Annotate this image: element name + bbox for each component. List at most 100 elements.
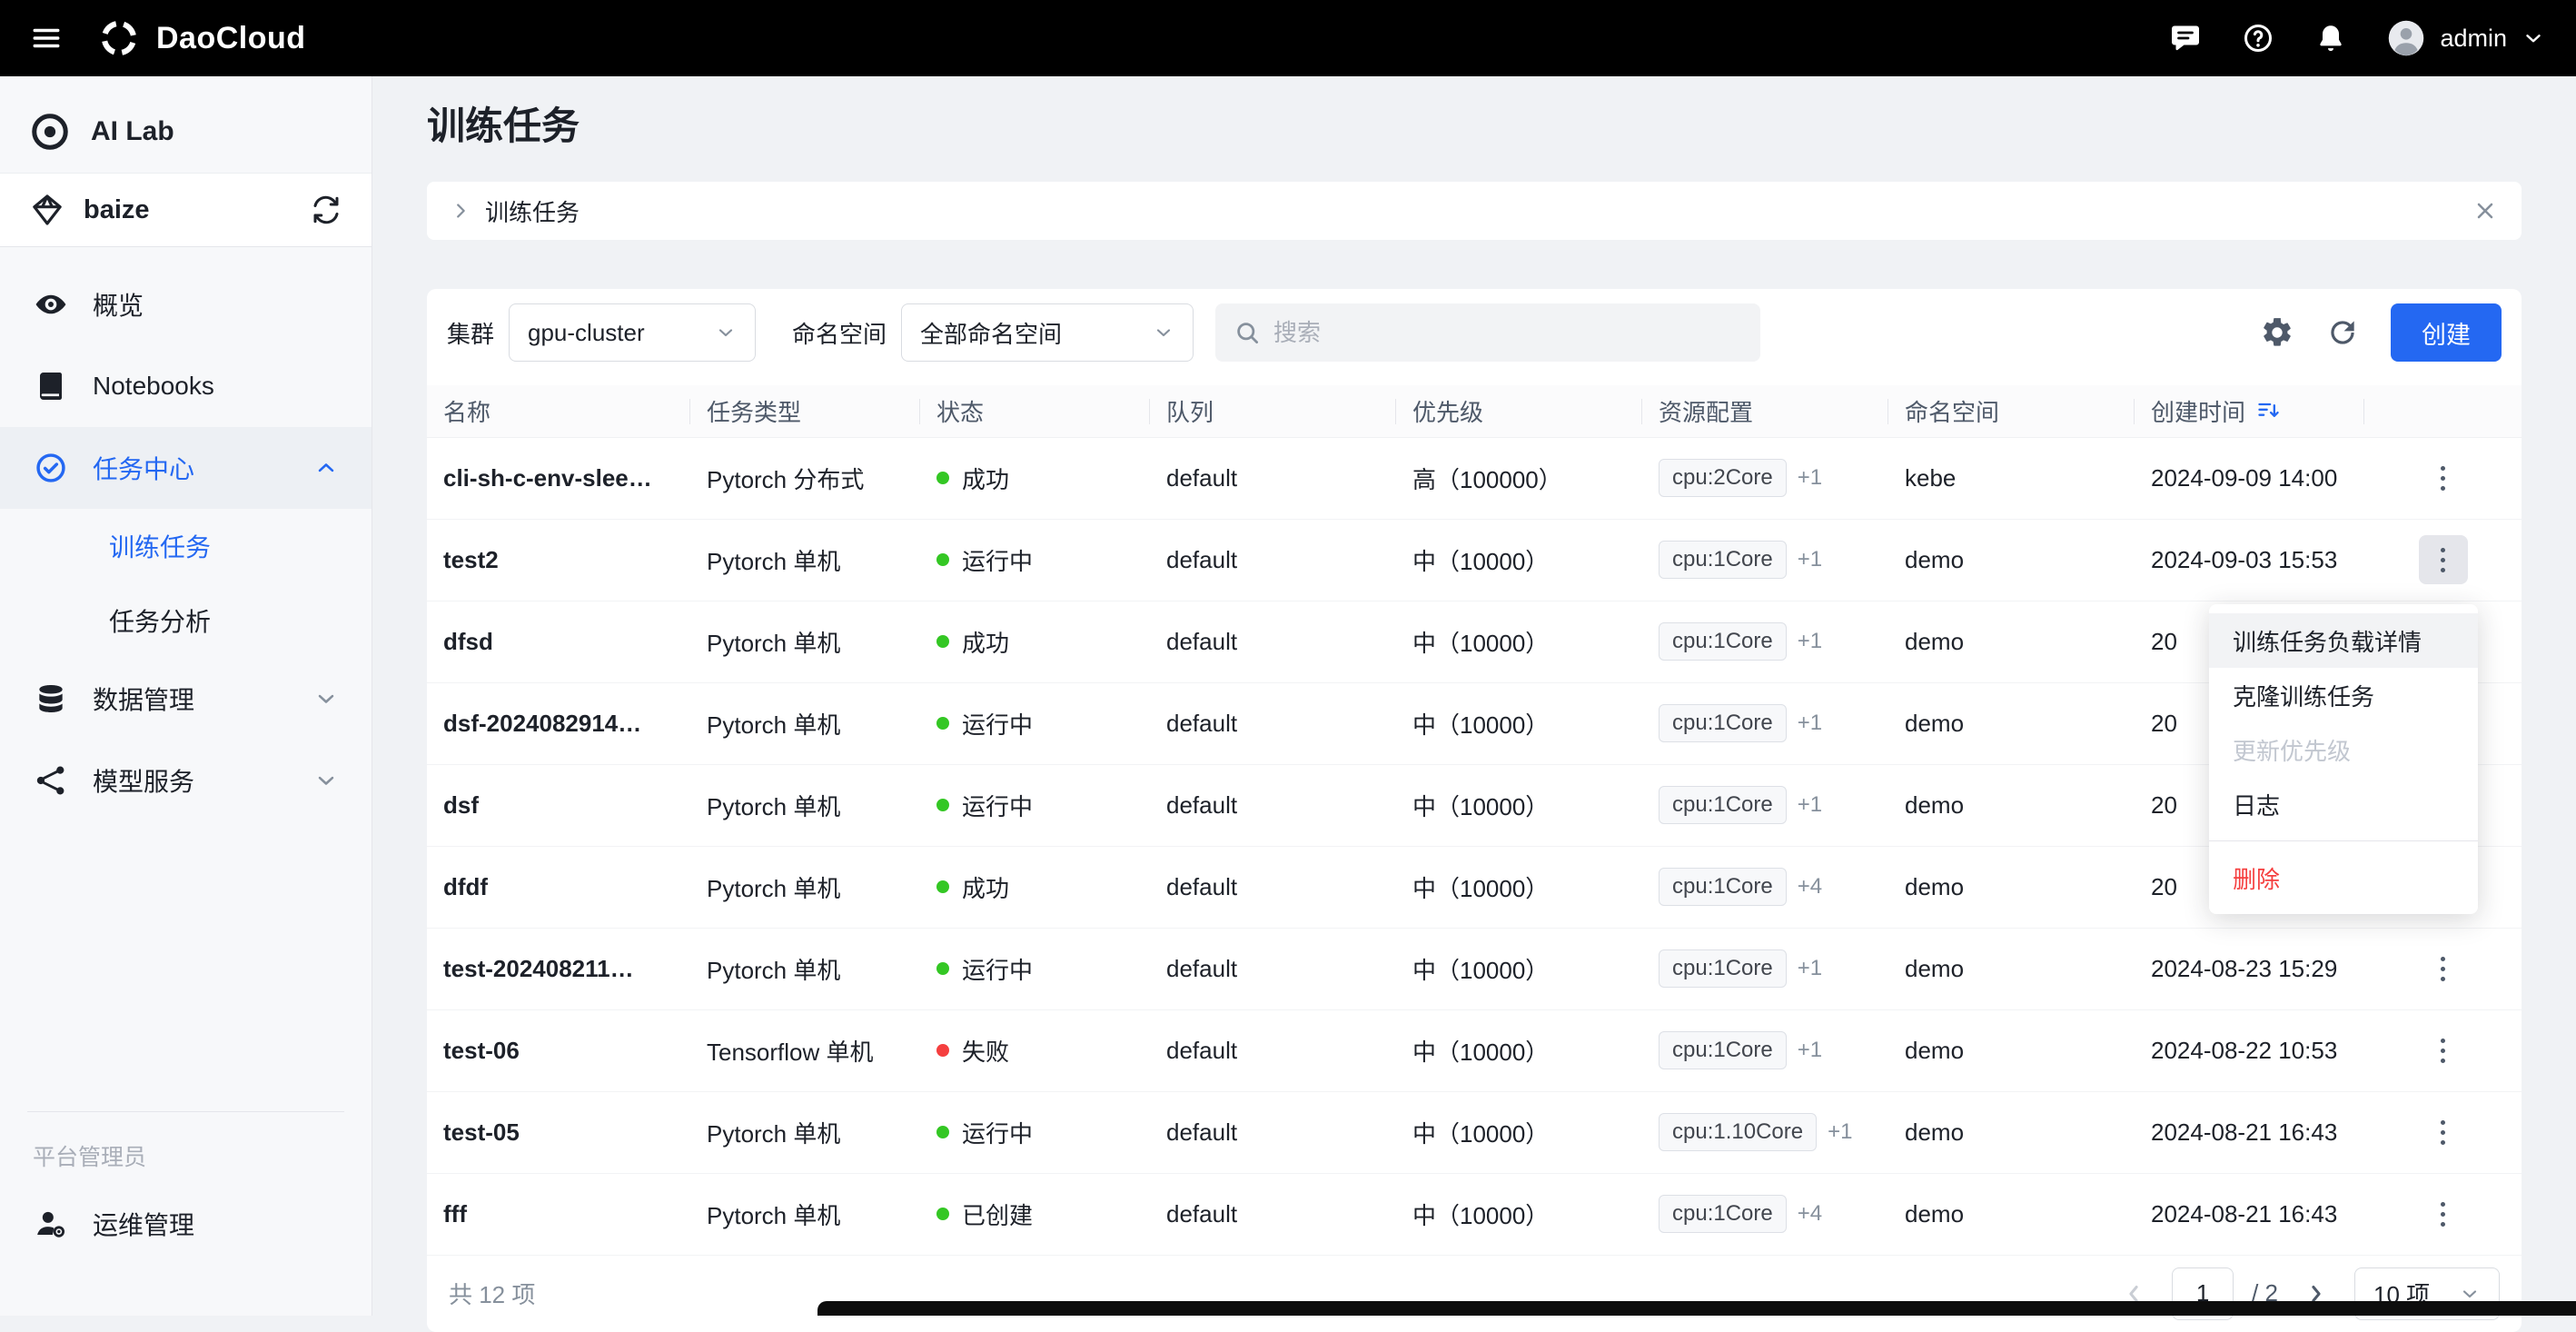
gear-icon (2260, 315, 2294, 350)
job-name[interactable]: dsf-2024082914… (427, 682, 690, 764)
job-type: Pytorch 单机 (690, 1091, 920, 1173)
col-type: 任务类型 (690, 385, 920, 437)
job-created: 2024-08-23 15:29 (2135, 928, 2364, 1009)
col-actions (2364, 385, 2522, 437)
table-row[interactable]: test-202408211… Pytorch 单机 运行中 default 中… (427, 928, 2522, 1009)
job-name[interactable]: fff (427, 1173, 690, 1255)
status-text: 运行中 (962, 1120, 1033, 1148)
col-created[interactable]: 创建时间 (2135, 385, 2364, 437)
help-button[interactable] (2242, 22, 2274, 55)
job-queue: default (1150, 764, 1396, 846)
job-priority: 中（10000） (1396, 682, 1642, 764)
sidebar-item-model-services[interactable]: 模型服务 (0, 740, 372, 821)
menu-item-delete[interactable]: 删除 (2209, 850, 2478, 905)
notifications-button[interactable] (2314, 22, 2347, 55)
job-namespace: demo (1888, 928, 2135, 1009)
search-input[interactable] (1273, 319, 1742, 347)
brand-logo[interactable]: DaoCloud (98, 17, 306, 59)
table-row[interactable]: dsf Pytorch 单机 运行中 default 中（10000） cpu:… (427, 764, 2522, 846)
sidebar-item-data-management[interactable]: 数据管理 (0, 658, 372, 740)
job-resources: cpu:1Core+1 (1642, 682, 1888, 764)
hamburger-menu-button[interactable] (31, 23, 62, 54)
sort-descending-icon[interactable] (2256, 398, 2282, 423)
job-created: 2024-08-22 10:53 (2135, 1009, 2364, 1091)
breadcrumb: 训练任务 (427, 182, 2522, 240)
row-actions-button[interactable] (2419, 453, 2468, 502)
table-row[interactable]: cli-sh-c-env-slee… Pytorch 分布式 成功 defaul… (427, 437, 2522, 519)
resource-chip: cpu:1.10Core (1659, 1113, 1817, 1151)
table-row[interactable]: dfdf Pytorch 单机 成功 default 中（10000） cpu:… (427, 846, 2522, 928)
create-button[interactable]: 创建 (2391, 303, 2502, 362)
job-name[interactable]: test-06 (427, 1009, 690, 1091)
resource-extra: +1 (1798, 711, 1822, 735)
topbar: DaoCloud admin (0, 0, 2576, 76)
sidebar-item-training-jobs[interactable]: 训练任务 (0, 509, 372, 583)
sidebar-bottom: 平台管理员 运维管理 (0, 1111, 372, 1316)
status-dot (936, 1044, 949, 1057)
status-text: 已创建 (962, 1202, 1033, 1229)
cluster-select[interactable]: gpu-cluster (509, 303, 756, 362)
breadcrumb-item[interactable]: 训练任务 (485, 194, 580, 228)
status-text: 运行中 (962, 793, 1033, 820)
menu-item-logs[interactable]: 日志 (2209, 777, 2478, 831)
sidebar-item-operations[interactable]: 运维管理 (0, 1183, 372, 1265)
menu-divider (2209, 840, 2478, 841)
job-priority: 中（10000） (1396, 764, 1642, 846)
resource-extra: +1 (1798, 1038, 1822, 1062)
row-actions-button[interactable] (2419, 1189, 2468, 1238)
job-name[interactable]: cli-sh-c-env-slee… (427, 437, 690, 519)
switch-workspace-button[interactable] (310, 194, 342, 226)
status-dot (936, 635, 949, 648)
col-queue: 队列 (1150, 385, 1396, 437)
job-resources: cpu:1Core +1 (1642, 1009, 1888, 1091)
status-text: 成功 (962, 630, 1009, 657)
status-text: 运行中 (962, 711, 1033, 739)
job-name[interactable]: test-202408211… (427, 928, 690, 1009)
sidebar-item-notebooks[interactable]: Notebooks (0, 345, 372, 427)
cluster-select-value: gpu-cluster (528, 319, 645, 347)
username: admin (2440, 25, 2507, 53)
job-queue: default (1150, 1009, 1396, 1091)
table-row[interactable]: dsf-2024082914… Pytorch 单机 运行中 default 中… (427, 682, 2522, 764)
row-actions-button[interactable] (2419, 944, 2468, 993)
table-row[interactable]: test2 Pytorch 单机 运行中 default 中（10000） cp… (427, 519, 2522, 601)
cluster-label: 集群 (447, 316, 494, 350)
row-actions-button-open[interactable] (2419, 535, 2468, 584)
job-created: 2024-08-21 16:43 (2135, 1173, 2364, 1255)
search-icon (1234, 319, 1261, 346)
job-name[interactable]: test2 (427, 519, 690, 601)
col-resources: 资源配置 (1642, 385, 1888, 437)
table-row[interactable]: test-05 Pytorch 单机 运行中 default 中（10000） … (427, 1091, 2522, 1173)
namespace-select[interactable]: 全部命名空间 (901, 303, 1194, 362)
job-name[interactable]: test-05 (427, 1091, 690, 1173)
close-icon (2472, 198, 2498, 224)
row-actions-button[interactable] (2419, 1026, 2468, 1075)
job-status: 成功 (920, 601, 1150, 682)
status-dot (936, 880, 949, 893)
sidebar-item-task-analysis[interactable]: 任务分析 (0, 583, 372, 658)
sidebar-item-task-center[interactable]: 任务中心 (0, 427, 372, 509)
refresh-button[interactable] (2325, 315, 2360, 350)
bell-icon (2314, 22, 2347, 55)
resource-chip: cpu:1Core (1659, 1031, 1787, 1069)
table-row[interactable]: test-06 Tensorflow 单机 失败 default 中（10000… (427, 1009, 2522, 1091)
resource-extra: +1 (1798, 629, 1822, 653)
workspace-selector[interactable]: baize (0, 173, 372, 247)
table-row[interactable]: dfsd Pytorch 单机 成功 default 中（10000） cpu:… (427, 601, 2522, 682)
close-tab-button[interactable] (2472, 198, 2498, 224)
job-status: 成功 (920, 846, 1150, 928)
menu-item-clone-job[interactable]: 克隆训练任务 (2209, 668, 2478, 722)
settings-button[interactable] (2260, 315, 2294, 350)
table-row[interactable]: fff Pytorch 单机 已创建 default 中（10000） cpu:… (427, 1173, 2522, 1255)
resource-chip: cpu:1Core (1659, 949, 1787, 988)
sidebar-item-overview[interactable]: 概览 (0, 263, 372, 345)
total-count: 共 12 项 (449, 1277, 535, 1310)
job-name[interactable]: dfsd (427, 601, 690, 682)
job-name[interactable]: dfdf (427, 846, 690, 928)
job-name[interactable]: dsf (427, 764, 690, 846)
messages-button[interactable] (2169, 22, 2202, 55)
user-menu[interactable]: admin (2387, 19, 2545, 57)
resource-extra: +1 (1798, 792, 1822, 817)
menu-item-workload-detail[interactable]: 训练任务负载详情 (2209, 613, 2478, 668)
row-actions-button[interactable] (2419, 1108, 2468, 1157)
